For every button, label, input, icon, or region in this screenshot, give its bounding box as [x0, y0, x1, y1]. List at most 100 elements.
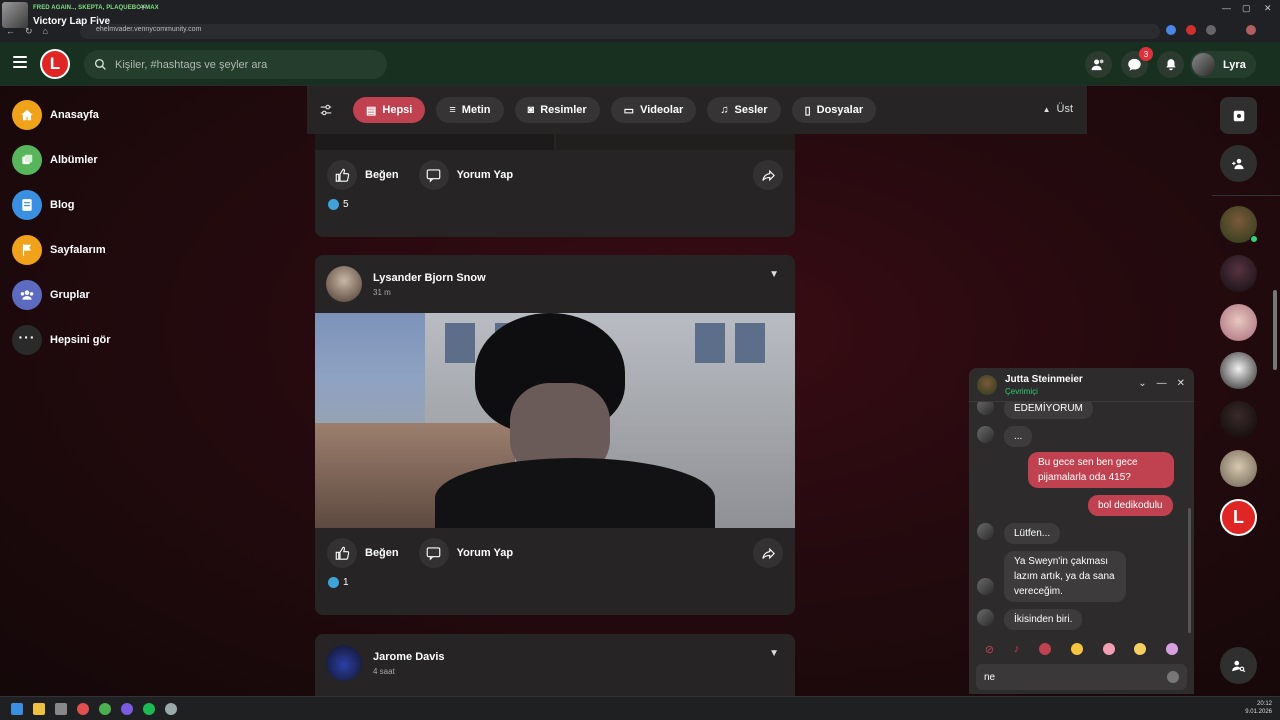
post-author[interactable]: Lysander Bjorn Snow	[373, 272, 486, 284]
more-icon: ···	[12, 325, 42, 355]
emoji-more-icon[interactable]	[1166, 643, 1179, 655]
messages-button[interactable]: 3	[1121, 47, 1153, 78]
minimize-icon[interactable]: —	[1222, 3, 1231, 13]
chat-input-box[interactable]	[976, 664, 1187, 690]
home-icon	[12, 100, 42, 130]
chat-scrollbar[interactable]	[1188, 508, 1191, 633]
comment-button[interactable]: Yorum Yap	[418, 160, 513, 190]
microphone-icon[interactable]: ♪	[1014, 643, 1020, 655]
filter-tab-videos[interactable]: ▭ Videolar	[610, 97, 697, 123]
post-card: Beğen Yorum Yap 5	[315, 120, 795, 237]
attachment-icon[interactable]: ⊘	[985, 643, 994, 656]
chat-toolbar: ⊘ ♪	[969, 638, 1194, 660]
comment-icon	[418, 160, 449, 190]
site-logo[interactable]: L	[40, 49, 70, 79]
chat-input[interactable]	[984, 671, 1164, 683]
extension-icon[interactable]	[1206, 25, 1216, 35]
media-thumbnail	[2, 2, 28, 28]
spotify-icon[interactable]	[143, 703, 155, 715]
back-icon[interactable]: ←	[6, 26, 15, 37]
page-scrollbar[interactable]	[1273, 290, 1277, 370]
avatar	[977, 374, 997, 395]
add-friend-button[interactable]	[1220, 145, 1257, 182]
like-button[interactable]: Beğen	[327, 538, 399, 568]
contact-avatar[interactable]	[1220, 352, 1257, 389]
filter-tab-audio[interactable]: ♫ Sesler	[707, 97, 781, 123]
contact-avatar[interactable]	[1220, 450, 1257, 487]
album-icon	[12, 145, 42, 175]
scroll-top-button[interactable]: ▲ Üst	[1043, 103, 1073, 115]
menu-icon[interactable]	[13, 56, 27, 68]
emoji-picker-icon[interactable]	[1167, 671, 1179, 683]
user-name: Lyra	[1223, 58, 1246, 71]
avatar[interactable]	[326, 645, 362, 681]
post-author[interactable]: Jarome Davis	[373, 651, 445, 663]
post-header: Lysander Bjorn Snow 31 m ▼	[315, 255, 795, 313]
sidebar-item-home[interactable]: Anasayfa	[12, 100, 111, 130]
filter-tab-label: Metin	[461, 104, 491, 116]
start-icon[interactable]	[11, 703, 23, 715]
sidebar-item-groups[interactable]: Gruplar	[12, 280, 111, 310]
settings-button[interactable]	[1220, 97, 1257, 134]
contact-avatar[interactable]	[1220, 304, 1257, 341]
sidebar-item-albums[interactable]: Albümler	[12, 145, 111, 175]
app-header: L 3 Lyra	[0, 42, 1280, 86]
friends-button[interactable]	[1085, 51, 1112, 78]
filter-tab-all[interactable]: ▤ Hepsi	[353, 97, 426, 123]
chat-contact-name: Jutta Steinmeier	[1005, 373, 1083, 385]
emoji-surprised-icon[interactable]	[1134, 643, 1147, 655]
filter-tab-images[interactable]: ◙ Resimler	[514, 97, 600, 123]
extension-icon[interactable]	[1166, 25, 1176, 35]
home-icon[interactable]: ⌂	[43, 26, 48, 37]
post-header: Jarome Davis 4 saat ▼	[315, 634, 795, 692]
close-icon[interactable]: ✕	[1177, 378, 1185, 389]
filter-tab-text[interactable]: ≡ Metin	[436, 97, 504, 123]
folder-icon[interactable]	[33, 703, 45, 715]
address-bar[interactable]: ehelmvader.vennycommunity.com	[80, 24, 1160, 39]
contact-avatar[interactable]	[1220, 401, 1257, 438]
chrome-icon[interactable]	[99, 703, 111, 715]
search-input[interactable]	[115, 58, 375, 71]
emoji-grin-icon[interactable]	[1070, 643, 1083, 655]
reload-icon[interactable]: ↻	[25, 26, 33, 37]
user-menu[interactable]: Lyra	[1190, 51, 1256, 78]
scroll-top-label: Üst	[1056, 103, 1074, 115]
app-icon[interactable]	[55, 703, 67, 715]
system-clock[interactable]: 20:12 9.01.2026	[1245, 700, 1272, 716]
close-window-icon[interactable]: ✕	[1264, 3, 1272, 14]
filter-settings-icon[interactable]	[319, 103, 333, 117]
chevron-down-icon[interactable]: ▼	[769, 648, 779, 659]
post-card: Lysander Bjorn Snow 31 m ▼ Beğen Yorum Y…	[315, 255, 795, 615]
contact-avatar[interactable]	[1220, 255, 1257, 292]
find-people-button[interactable]	[1220, 647, 1257, 684]
chat-header[interactable]: Jutta Steinmeier Çevrimiçi ⌄ — ✕	[969, 368, 1194, 402]
extension-icon[interactable]	[1186, 25, 1196, 35]
contact-avatar[interactable]	[1220, 206, 1258, 243]
discord-icon[interactable]	[121, 703, 133, 715]
filter-tab-files[interactable]: ▯ Dosyalar	[791, 97, 877, 123]
record-icon[interactable]	[1039, 643, 1052, 655]
emoji-heart-eyes-icon[interactable]	[1102, 643, 1115, 655]
maximize-icon[interactable]: ▢	[1242, 3, 1251, 14]
search-box[interactable]	[84, 50, 387, 79]
sidebar-item-see-all[interactable]: ··· Hepsini gör	[12, 325, 111, 355]
chevron-down-icon[interactable]: ▼	[769, 269, 779, 280]
sidebar-item-pages[interactable]: Sayfalarım	[12, 235, 111, 265]
minimize-icon[interactable]: —	[1157, 378, 1167, 389]
share-icon[interactable]	[753, 538, 783, 568]
new-tab-button[interactable]: +	[140, 3, 146, 14]
share-icon[interactable]	[753, 160, 783, 190]
app-icon[interactable]	[77, 703, 89, 715]
settings-icon[interactable]	[165, 703, 177, 715]
profile-icon[interactable]	[1246, 25, 1256, 35]
avatar[interactable]	[326, 266, 362, 302]
comment-button[interactable]: Yorum Yap	[418, 538, 513, 568]
chat-messages: EDEMİYORUM ... Bu gece sen ben gece pija…	[969, 402, 1187, 636]
sidebar-item-blog[interactable]: Blog	[12, 190, 111, 220]
divider	[1212, 195, 1280, 196]
site-logo[interactable]: L	[1220, 499, 1257, 536]
chevron-down-icon[interactable]: ⌄	[1138, 378, 1146, 389]
like-button[interactable]: Beğen	[327, 160, 399, 190]
post-image[interactable]	[315, 313, 795, 528]
notifications-button[interactable]	[1157, 51, 1184, 78]
